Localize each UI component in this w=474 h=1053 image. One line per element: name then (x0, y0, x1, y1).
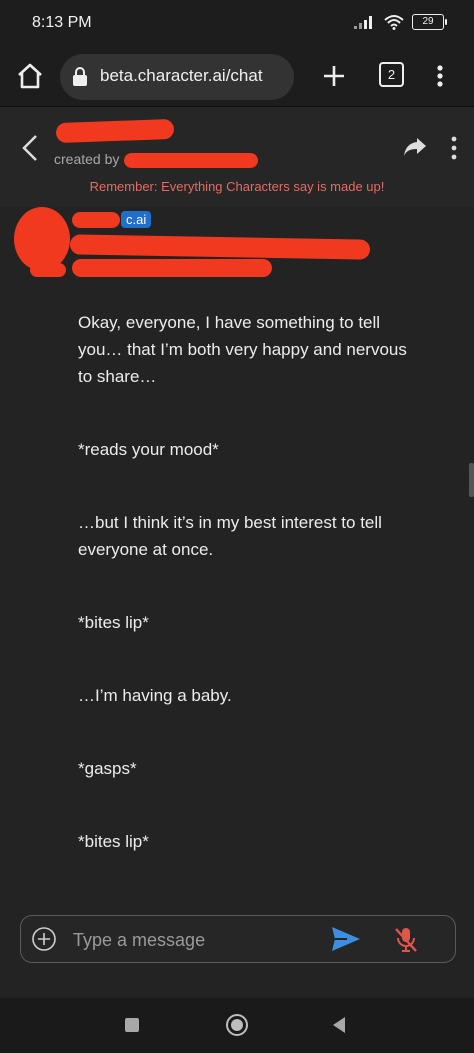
system-nav-bar (0, 998, 474, 1053)
more-vert-icon[interactable] (446, 133, 462, 163)
browser-toolbar: beta.character.ai/chat 2 (0, 48, 474, 107)
lock-icon (73, 67, 87, 86)
sender-subtitle-redaction (69, 234, 371, 260)
avatar-redaction (14, 207, 70, 271)
status-bar: 8:13 PM 29 (0, 0, 474, 48)
signal-icon (354, 16, 372, 29)
disclaimer-text: Remember: Everything Characters say is m… (89, 179, 385, 194)
message-paragraph: …I’m having a baby. (78, 686, 232, 705)
add-circle-icon[interactable] (32, 927, 56, 951)
character-name-redaction (55, 118, 175, 144)
address-bar[interactable]: beta.character.ai/chat (60, 54, 294, 100)
chat-header: created by Remember: Everything Characte… (0, 107, 474, 207)
message-paragraph: Okay, everyone, I have something to tell… (78, 313, 407, 386)
message-paragraph: *bites lip* (78, 832, 149, 851)
message-input[interactable] (71, 924, 325, 956)
plus-icon[interactable] (318, 60, 350, 92)
battery-indicator: 29 (412, 14, 447, 30)
sender-name-redaction (72, 212, 120, 228)
message-composer (20, 915, 456, 963)
scrollbar-thumb[interactable] (469, 463, 474, 497)
chat-message: c.ai Okay, everyone, I have something to… (0, 207, 474, 907)
creator-name-redaction (124, 153, 258, 168)
url-text: beta.character.ai/chat (100, 66, 263, 85)
wifi-icon (384, 15, 404, 30)
mic-off-icon[interactable] (393, 926, 419, 954)
avatar-redaction (30, 263, 66, 277)
nav-recents-icon[interactable] (125, 1018, 139, 1032)
status-time: 8:13 PM (32, 14, 92, 31)
home-icon[interactable] (14, 60, 46, 92)
more-vert-icon[interactable] (428, 60, 452, 92)
sender-subtitle-redaction (72, 259, 272, 277)
message-body: Okay, everyone, I have something to tell… (78, 309, 418, 901)
message-paragraph: *bites lip* (78, 613, 149, 632)
message-paragraph: *gasps* (78, 759, 137, 778)
message-paragraph: …but I think it’s in my best interest to… (78, 513, 382, 559)
tabs-button[interactable]: 2 (379, 62, 404, 87)
created-by-label: created by (54, 151, 120, 167)
status-icons: 29 (354, 14, 447, 30)
message-paragraph: *reads your mood* (78, 440, 219, 459)
nav-back-icon[interactable] (332, 1016, 346, 1034)
send-icon[interactable] (331, 926, 361, 952)
nav-home-icon[interactable] (226, 1014, 248, 1036)
cai-badge: c.ai (121, 211, 152, 228)
back-arrow-icon[interactable] (16, 133, 44, 163)
share-icon[interactable] (402, 135, 428, 159)
